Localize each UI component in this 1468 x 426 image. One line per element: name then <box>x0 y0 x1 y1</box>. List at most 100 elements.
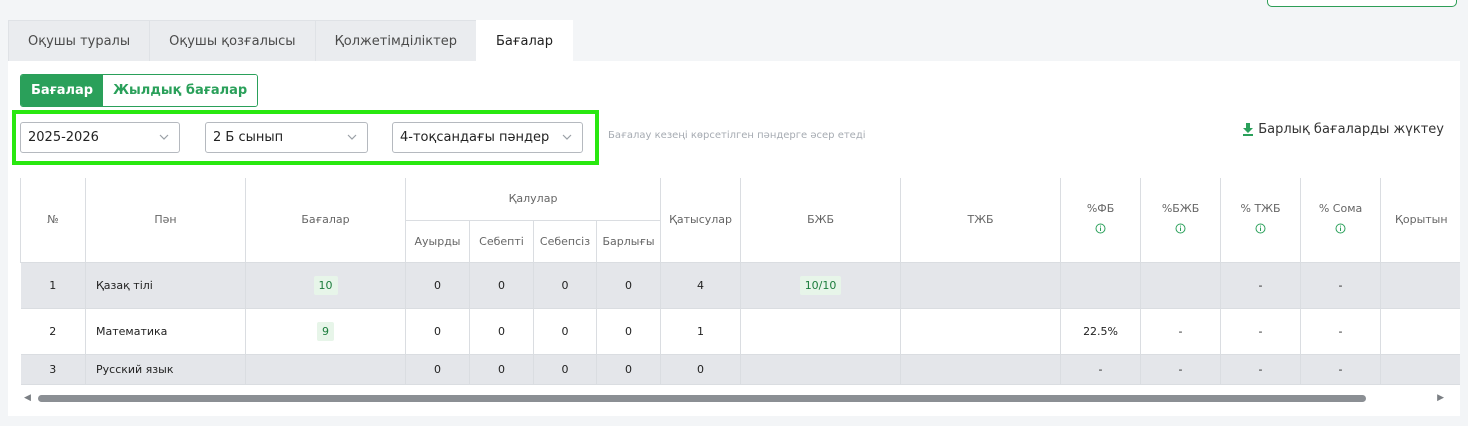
class-select[interactable]: 2 Б сынып <box>205 122 368 153</box>
cell-invalid: 0 <box>533 308 597 355</box>
header-invalid: Себепсіз <box>533 220 597 263</box>
header-number: № <box>20 178 86 263</box>
cell-pct-bzb: - <box>1140 354 1222 385</box>
top-action-button[interactable] <box>1267 0 1457 7</box>
info-icon[interactable] <box>1175 223 1186 234</box>
cell-invalid: 0 <box>533 354 597 385</box>
cell-pct-bzb <box>1140 262 1222 309</box>
grade-chip[interactable]: 10 <box>313 275 338 295</box>
segment-grades[interactable]: Бағалар <box>21 75 104 106</box>
class-select-value: 2 Б сынып <box>213 130 284 145</box>
cell-subject: Русский язык <box>85 354 246 385</box>
header-pct-sum-label: % Сома <box>1318 202 1363 216</box>
chevron-down-icon <box>159 134 169 140</box>
cell-tzb <box>900 354 1062 385</box>
tab-student-info[interactable]: Оқушы туралы <box>8 20 151 62</box>
cell-tzb <box>900 262 1062 309</box>
cell-number: 2 <box>20 308 86 355</box>
cell-tzb <box>900 308 1062 355</box>
cell-sick: 0 <box>405 308 470 355</box>
cell-final <box>1380 354 1460 385</box>
cell-pct-tzb: - <box>1220 262 1302 309</box>
quarter-select-value: 4-тоқсандағы пәндер <box>400 130 550 145</box>
cell-grades <box>245 354 406 385</box>
tab-bar: Оқушы туралы Оқушы қозғалысы Қолжетімділ… <box>8 20 574 62</box>
download-icon <box>1243 123 1254 136</box>
cell-grades: 9 <box>245 308 406 355</box>
cell-bzb <box>740 308 902 355</box>
table-row: 2 Математика 9 0 0 0 0 1 22.5% - - - <box>20 308 1460 355</box>
cell-attendance: 4 <box>660 262 742 309</box>
chevron-down-icon <box>347 134 357 140</box>
cell-final <box>1380 262 1460 309</box>
year-select[interactable]: 2025-2026 <box>20 122 180 153</box>
cell-pct-sum: - <box>1300 308 1382 355</box>
cell-pct-fb: 22.5% <box>1060 308 1142 355</box>
grades-table: № Пән Бағалар Қалулар Қатысулар БЖБ ТЖБ … <box>20 178 1460 392</box>
cell-subject: Қазақ тілі <box>85 262 246 309</box>
tab-student-movement[interactable]: Оқушы қозғалысы <box>149 20 316 62</box>
cell-total: 0 <box>596 354 662 385</box>
header-pct-fb-label: %ФБ <box>1086 202 1115 216</box>
cell-number: 3 <box>20 354 86 385</box>
cell-sick: 0 <box>405 354 470 385</box>
header-pct-tzb-label: % ТЖБ <box>1240 202 1281 216</box>
period-hint-text: Бағалау кезеңі көрсетілген пәндерге әсер… <box>608 130 866 141</box>
cell-total: 0 <box>596 262 662 309</box>
tab-access[interactable]: Қолжетімділіктер <box>314 20 477 62</box>
cell-bzb: 10/10 <box>740 262 902 309</box>
bzb-chip[interactable]: 10/10 <box>799 275 842 295</box>
cell-number: 1 <box>20 262 86 309</box>
horizontal-scrollbar[interactable]: ◀ ▶ <box>22 392 1460 404</box>
header-absences: Қалулар <box>404 178 662 221</box>
header-total: Барлығы <box>595 220 662 263</box>
scrollbar-thumb[interactable] <box>38 395 1366 402</box>
cell-valid: 0 <box>469 262 534 309</box>
segment-yearly-grades[interactable]: Жылдық бағалар <box>103 75 258 106</box>
cell-attendance: 1 <box>660 308 742 355</box>
cell-valid: 0 <box>469 308 534 355</box>
header-grades: Бағалар <box>245 178 406 263</box>
header-subject: Пән <box>85 178 246 263</box>
scroll-right-arrow-icon[interactable]: ▶ <box>1437 393 1444 403</box>
cell-sick: 0 <box>405 262 470 309</box>
cell-invalid: 0 <box>533 262 597 309</box>
header-pct-tzb: % ТЖБ <box>1220 178 1302 263</box>
grades-panel: Бағалар Жылдық бағалар 2025-2026 2 Б сын… <box>8 61 1460 416</box>
cell-subject: Математика <box>85 308 246 355</box>
cell-bzb <box>740 354 902 385</box>
table-row: 1 Қазақ тілі 10 0 0 0 0 4 10/10 - - <box>20 262 1460 309</box>
header-pct-sum: % Сома <box>1300 178 1382 263</box>
header-tzb: ТЖБ <box>900 178 1062 263</box>
scroll-left-arrow-icon[interactable]: ◀ <box>24 393 31 403</box>
cell-grades: 10 <box>245 262 406 309</box>
download-all-grades-link[interactable]: Барлық бағаларды жүктеу <box>1242 122 1444 137</box>
grade-chip[interactable]: 9 <box>317 321 334 341</box>
year-select-value: 2025-2026 <box>28 130 99 145</box>
chevron-down-icon <box>562 134 572 140</box>
quarter-select[interactable]: 4-тоқсандағы пәндер <box>392 122 583 153</box>
cell-pct-tzb: - <box>1220 354 1302 385</box>
info-icon[interactable] <box>1335 223 1346 234</box>
cell-pct-fb: - <box>1060 354 1142 385</box>
cell-pct-sum: - <box>1300 262 1382 309</box>
info-icon[interactable] <box>1255 223 1266 234</box>
header-bzb: БЖБ <box>740 178 902 263</box>
header-pct-fb: %ФБ <box>1060 178 1142 263</box>
cell-final <box>1380 308 1460 355</box>
header-attendance: Қатысулар <box>660 178 742 263</box>
header-sick: Ауырды <box>405 220 470 263</box>
header-pct-bzb-label: %БЖБ <box>1161 202 1200 216</box>
grades-segmented-control: Бағалар Жылдық бағалар <box>20 74 259 107</box>
table-row: 3 Русский язык 0 0 0 0 0 - - - - <box>20 354 1460 385</box>
header-pct-bzb: %БЖБ <box>1140 178 1222 263</box>
cell-total: 0 <box>596 308 662 355</box>
info-icon[interactable] <box>1095 223 1106 234</box>
cell-attendance: 0 <box>660 354 742 385</box>
header-valid: Себепті <box>469 220 534 263</box>
cell-valid: 0 <box>469 354 534 385</box>
cell-pct-fb <box>1060 262 1142 309</box>
header-final: Қорытын <box>1380 178 1460 263</box>
tab-grades[interactable]: Бағалар <box>475 20 574 62</box>
download-label: Барлық бағаларды жүктеу <box>1258 122 1444 137</box>
